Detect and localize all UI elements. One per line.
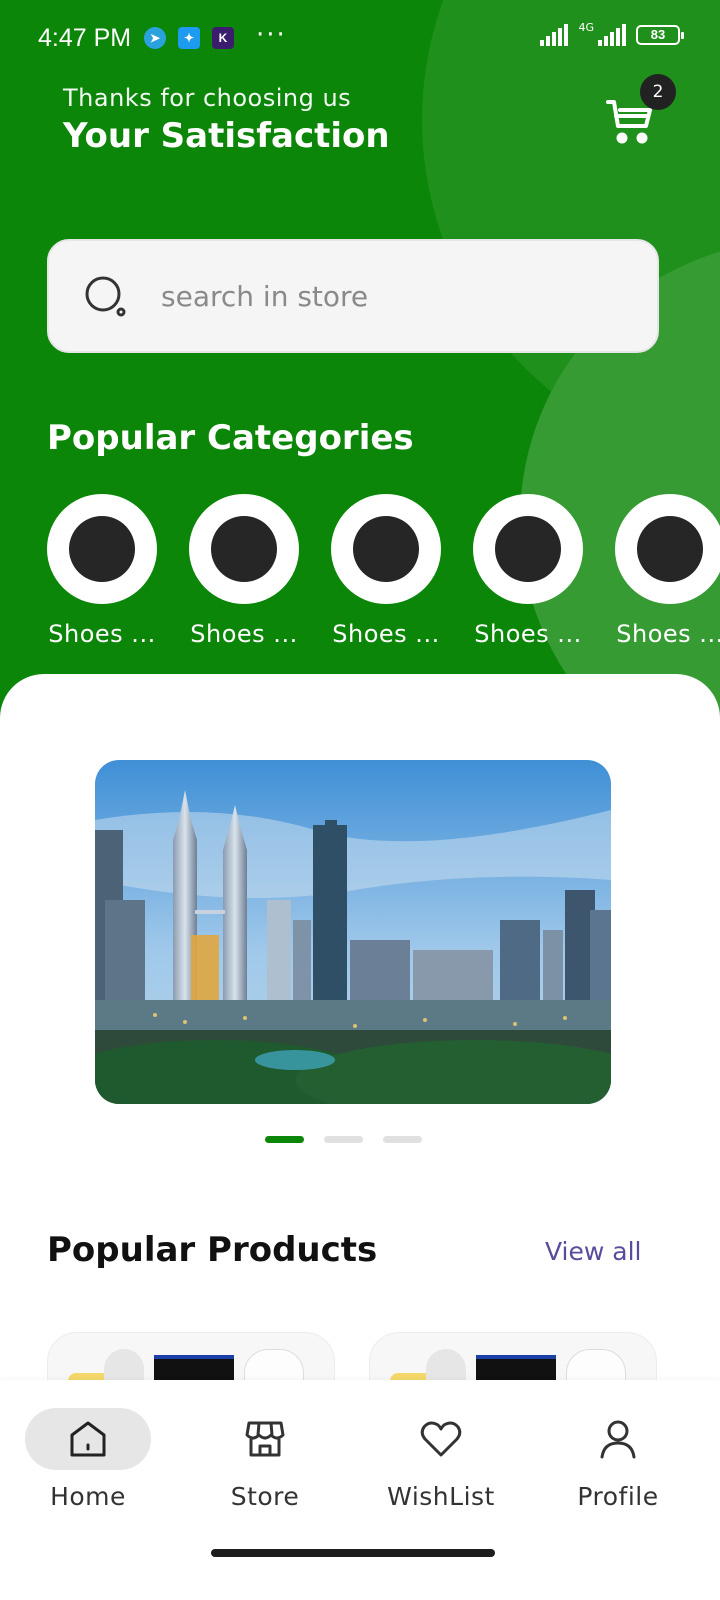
category-item[interactable]: Shoes ... bbox=[473, 494, 583, 648]
category-image bbox=[615, 494, 720, 604]
popular-products-title: Popular Products bbox=[47, 1230, 378, 1270]
bottom-navigation: Home Store WishList Profile bbox=[0, 1380, 720, 1600]
carousel-dot-active[interactable] bbox=[265, 1136, 304, 1143]
category-item[interactable]: Shoes ... bbox=[331, 494, 441, 648]
category-item[interactable]: Shoes ... bbox=[615, 494, 720, 648]
cart-count-badge: 2 bbox=[640, 74, 676, 110]
telegram-icon: ➤ bbox=[144, 27, 166, 49]
twitter-icon: ✦ bbox=[178, 27, 200, 49]
more-notifications-icon: ··· bbox=[256, 20, 287, 50]
category-label: Shoes ... bbox=[474, 620, 582, 648]
search-icon bbox=[85, 276, 126, 317]
categories-list: Shoes ... Shoes ... Shoes ... Shoes ... … bbox=[47, 494, 720, 648]
battery-icon: 83 bbox=[636, 25, 684, 45]
category-item[interactable]: Shoes ... bbox=[47, 494, 157, 648]
category-label: Shoes ... bbox=[332, 620, 440, 648]
greeting-subtitle: Thanks for choosing us bbox=[63, 84, 352, 112]
nav-label: Profile bbox=[577, 1482, 659, 1511]
home-icon bbox=[70, 1421, 106, 1457]
category-image bbox=[473, 494, 583, 604]
status-bar: 4:47 PM ➤ ✦ K ··· 4G 83 bbox=[38, 20, 684, 56]
nav-store[interactable]: Store bbox=[195, 1408, 335, 1511]
popular-categories-title: Popular Categories bbox=[47, 418, 414, 458]
category-image bbox=[47, 494, 157, 604]
greeting: Thanks for choosing us Your Satisfaction bbox=[63, 84, 390, 156]
k-app-icon: K bbox=[212, 27, 234, 49]
category-label: Shoes ... bbox=[190, 620, 298, 648]
category-image bbox=[331, 494, 441, 604]
nav-home[interactable]: Home bbox=[18, 1408, 158, 1511]
greeting-title: Your Satisfaction bbox=[63, 116, 390, 156]
carousel-dot[interactable] bbox=[383, 1136, 422, 1143]
system-icons: 4G 83 bbox=[540, 20, 684, 46]
category-image bbox=[189, 494, 299, 604]
nav-profile[interactable]: Profile bbox=[548, 1408, 688, 1511]
category-item[interactable]: Shoes ... bbox=[189, 494, 299, 648]
search-input[interactable] bbox=[161, 279, 601, 313]
store-icon bbox=[245, 1421, 285, 1457]
gesture-home-indicator[interactable] bbox=[211, 1549, 495, 1557]
nav-label: Store bbox=[230, 1482, 300, 1511]
signal-icon bbox=[598, 24, 626, 46]
status-time: 4:47 PM bbox=[38, 24, 132, 52]
nav-wishlist[interactable]: WishList bbox=[371, 1408, 511, 1511]
carousel-indicator bbox=[265, 1136, 422, 1143]
carousel-dot[interactable] bbox=[324, 1136, 363, 1143]
user-icon bbox=[600, 1420, 636, 1459]
nav-label: Home bbox=[50, 1482, 126, 1511]
promo-banner-image[interactable] bbox=[95, 760, 611, 1104]
heart-icon bbox=[420, 1421, 462, 1457]
nav-label: WishList bbox=[387, 1482, 495, 1511]
category-label: Shoes ... bbox=[48, 620, 156, 648]
network-type: 4G bbox=[578, 20, 594, 34]
search-bar[interactable] bbox=[47, 239, 659, 353]
category-label: Shoes ... bbox=[616, 620, 720, 648]
signal-icon bbox=[540, 24, 569, 46]
view-all-link[interactable]: View all bbox=[545, 1237, 641, 1266]
notification-icons: ➤ ✦ K bbox=[144, 27, 234, 49]
